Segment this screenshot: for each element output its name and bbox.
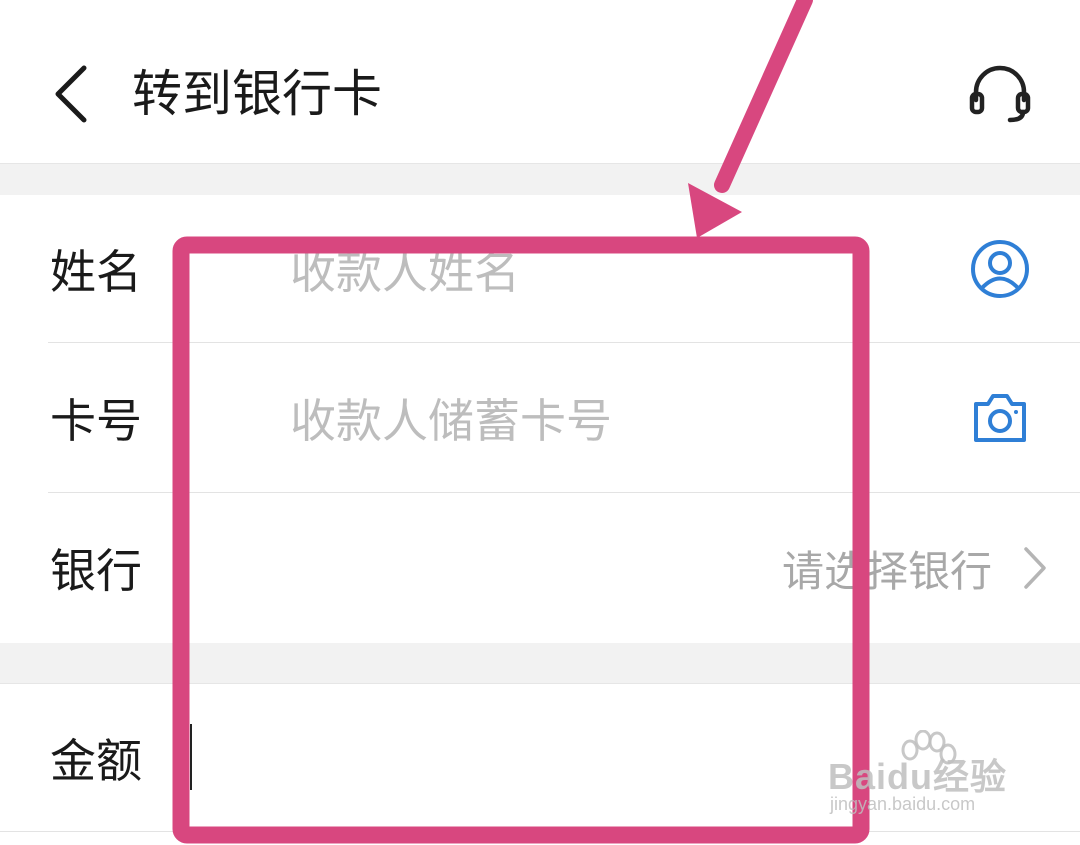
watermark-url: jingyan.baidu.com: [830, 794, 976, 814]
chevron-right-icon: [1024, 547, 1046, 589]
name-row[interactable]: 姓名 收款人姓名: [0, 195, 1080, 343]
card-number-row[interactable]: 卡号 收款人储蓄卡号: [0, 343, 1080, 493]
name-label: 姓名: [50, 245, 142, 299]
card-number-label: 卡号: [50, 394, 142, 448]
app-header: 转到银行卡: [0, 0, 1080, 163]
chevron-left-icon[interactable]: [48, 62, 98, 126]
page-title: 转到银行卡: [132, 65, 382, 123]
bank-label: 银行: [50, 544, 142, 598]
row-divider: [0, 831, 1080, 832]
name-input[interactable]: 收款人姓名: [290, 195, 520, 343]
headset-icon[interactable]: [966, 62, 1034, 126]
watermark-brand: Baidu经验: [828, 756, 1008, 797]
section-divider: [0, 643, 1080, 684]
camera-icon[interactable]: [970, 390, 1030, 446]
bank-row[interactable]: 银行 请选择银行: [0, 493, 1080, 643]
amount-input-cursor[interactable]: [190, 724, 192, 790]
section-divider: [0, 163, 1080, 196]
baidu-watermark: Baidu经验 jingyan.baidu.com: [828, 730, 1028, 830]
contact-person-icon[interactable]: [970, 239, 1030, 299]
bank-select-hint: 请选择银行: [781, 546, 992, 596]
bank-select[interactable]: 请选择银行: [782, 493, 1050, 643]
card-number-input[interactable]: 收款人储蓄卡号: [290, 343, 612, 493]
amount-label: 金额: [50, 734, 142, 788]
